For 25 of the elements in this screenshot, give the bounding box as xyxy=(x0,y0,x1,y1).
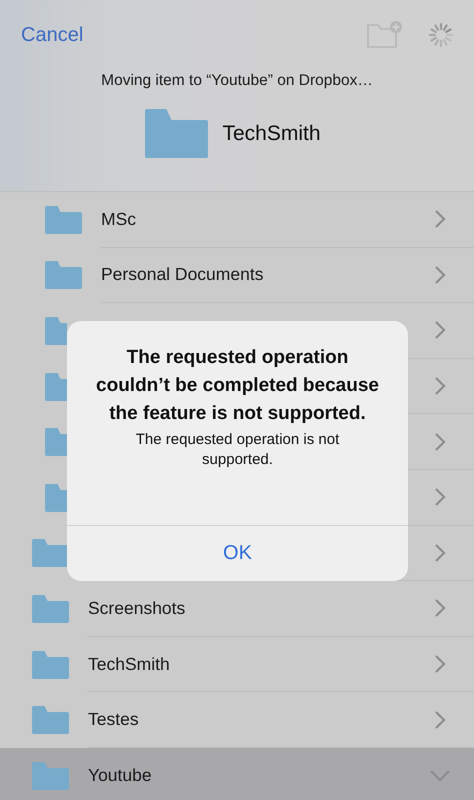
alert-title: The requested operation couldn’t be completed because the feature is not supported. xyxy=(95,346,380,426)
folder-icon xyxy=(45,372,67,401)
folder-icon xyxy=(45,484,67,512)
alert-message: The requested operation is not supported. xyxy=(134,430,340,470)
folder-icon xyxy=(32,650,69,679)
folder-name: MSc xyxy=(101,208,136,230)
ok-button[interactable]: OK xyxy=(67,525,408,581)
folder-name: TechSmith xyxy=(88,654,170,675)
folder-icon xyxy=(45,428,67,456)
folder-name: Youtube xyxy=(88,765,152,786)
folder-name: Testes xyxy=(88,709,139,730)
folder-icon xyxy=(45,316,67,345)
folder-icon xyxy=(32,762,69,790)
folder-name: Personal Documents xyxy=(101,264,264,286)
folder-icon xyxy=(45,261,82,290)
cancel-button[interactable]: Cancel xyxy=(21,24,84,46)
folder-name: Screenshots xyxy=(88,598,186,619)
folder-icon xyxy=(45,206,82,234)
folder-icon xyxy=(145,109,208,158)
folder-icon xyxy=(32,539,67,568)
folder-name: TechSmith xyxy=(222,122,321,146)
folder-icon xyxy=(32,706,69,734)
selected-row[interactable]: Youtube xyxy=(0,748,474,800)
folder-icon xyxy=(32,594,69,623)
status-message: Moving item to “Youtube” on Dropbox… xyxy=(100,72,374,90)
